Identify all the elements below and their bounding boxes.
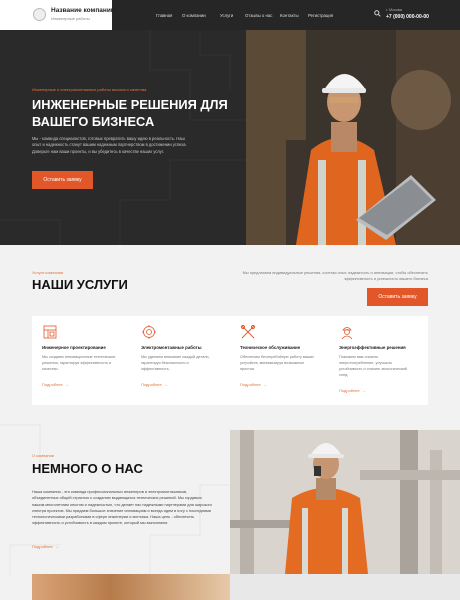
- bottom-section-background: [230, 574, 460, 600]
- service-text: Поможем вам снизить энергопотребление, у…: [339, 355, 407, 377]
- tools-icon: [240, 324, 256, 340]
- service-card-electrical[interactable]: Электромонтажные работы Мы уделяем внима…: [133, 316, 232, 405]
- nav-home[interactable]: Главная: [156, 13, 172, 18]
- services-title: НАШИ УСЛУГИ: [32, 277, 128, 292]
- nav-register[interactable]: Регистрация: [308, 13, 333, 18]
- about-more-link[interactable]: Подробнее →: [32, 544, 59, 549]
- hero-title: Инженерные решения для вашего бизнеса: [32, 97, 228, 129]
- service-more-link[interactable]: Подробнее →: [141, 382, 168, 387]
- hero-section: Инженерные и электромонтажные работы выс…: [0, 30, 460, 245]
- service-text: Мы создаем инновационные технические реш…: [42, 355, 116, 371]
- service-card-maintenance[interactable]: Техническое обслуживание Обеспечим беспе…: [232, 316, 331, 405]
- city-label: г. Москва: [386, 8, 402, 12]
- services-description: Мы предлагаем индивидуальные решения, со…: [242, 270, 428, 281]
- about-description: Наша компания - это команда профессионал…: [32, 489, 212, 526]
- service-card-energy[interactable]: Энергоэффективные решения Поможем вам сн…: [331, 316, 430, 405]
- company-tagline: Инженерные работы: [51, 16, 90, 21]
- gear-icon: [141, 324, 157, 340]
- phone-number[interactable]: +7 (000) 000-00-00: [386, 14, 429, 20]
- blueprint-icon: [42, 324, 58, 340]
- about-title: НЕМНОГО О НАС: [32, 461, 143, 476]
- site-header: Название компании Инженерные работы Глав…: [0, 0, 460, 30]
- service-card-engineering[interactable]: Инженерное проектирование Мы создаем инн…: [34, 316, 133, 405]
- service-more-link[interactable]: Подробнее →: [339, 388, 366, 393]
- service-title: Инженерное проектирование: [42, 345, 106, 350]
- service-title: Электромонтажные работы: [141, 345, 202, 350]
- hero-kicker: Инженерные и электромонтажные работы выс…: [32, 87, 147, 92]
- services-request-button[interactable]: Оставить заявку: [367, 288, 428, 306]
- company-name[interactable]: Название компании: [51, 7, 115, 14]
- nav-reviews[interactable]: Отзывы о нас: [245, 13, 272, 18]
- engineer-icon: [339, 324, 355, 340]
- about-kicker: О компании: [32, 453, 55, 458]
- hero-request-button[interactable]: Оставить заявку: [32, 171, 93, 189]
- team-photo-strip: [32, 574, 230, 600]
- nav-contacts[interactable]: Контакты: [280, 13, 299, 18]
- nav-services[interactable]: Услуги: [220, 13, 233, 18]
- service-text: Мы уделяем внимание каждой детали, гаран…: [141, 355, 210, 371]
- logo[interactable]: [33, 8, 46, 21]
- service-title: Техническое обслуживание: [240, 345, 301, 350]
- about-engineer-photo: [230, 430, 460, 574]
- hero-engineer-photo: [246, 30, 460, 245]
- brand-block[interactable]: Название компании Инженерные работы: [0, 0, 115, 30]
- service-text: Обеспечим бесперебойную работу ваших уст…: [240, 355, 315, 371]
- search-icon[interactable]: [374, 10, 381, 19]
- nav-about[interactable]: О компании: [182, 13, 206, 18]
- hero-description: Мы - команда специалистов, готовых превр…: [32, 136, 187, 154]
- services-grid: Инженерное проектирование Мы создаем инн…: [32, 316, 428, 405]
- service-more-link[interactable]: Подробнее →: [42, 382, 69, 387]
- service-more-link[interactable]: Подробнее →: [240, 382, 267, 387]
- services-kicker: Услуги компании: [32, 270, 64, 275]
- service-title: Энергоэффективные решения: [339, 345, 406, 350]
